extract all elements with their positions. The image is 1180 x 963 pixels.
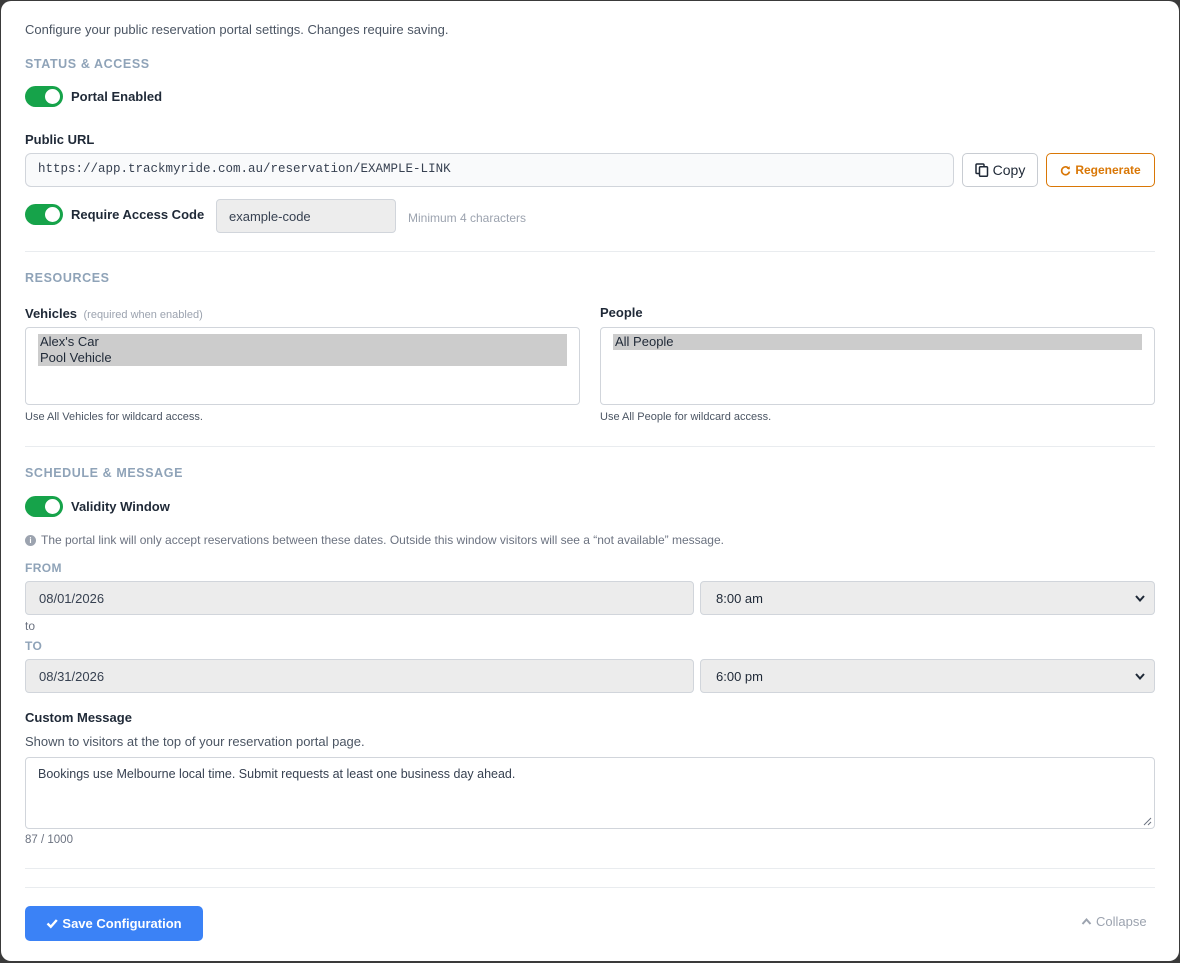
custom-message-textarea[interactable]: Bookings use Melbourne local time. Submi… (25, 757, 1155, 829)
resize-handle-icon[interactable] (1143, 817, 1152, 826)
collapse-link[interactable]: Collapse (1081, 914, 1147, 929)
validity-info: i The portal link will only accept reser… (25, 533, 724, 547)
vehicles-select[interactable]: Alex's Car Pool Vehicle (25, 327, 580, 405)
divider (25, 868, 1155, 869)
refresh-icon (1061, 165, 1071, 175)
copy-icon (974, 163, 988, 177)
from-label: FROM (25, 561, 62, 575)
public-url-label: Public URL (25, 132, 95, 147)
portal-settings-panel: Configure your public reservation portal… (1, 1, 1179, 961)
section-title-resources: RESOURCES (25, 271, 110, 285)
require-access-code-label: Require Access Code (71, 207, 205, 222)
vehicle-option-pool-vehicle[interactable]: Pool Vehicle (38, 350, 567, 366)
people-option-all-people[interactable]: All People (613, 334, 1142, 350)
intro-text: Configure your public reservation portal… (25, 22, 449, 37)
validity-window-label: Validity Window (71, 499, 170, 514)
people-label: People (600, 305, 643, 320)
save-configuration-label: Save Configuration (62, 916, 182, 931)
regenerate-button[interactable]: Regenerate (1046, 153, 1155, 187)
copy-button[interactable]: Copy (962, 153, 1038, 187)
portal-enabled-toggle[interactable] (25, 86, 63, 107)
vehicles-hint: Use All Vehicles for wildcard access. (25, 411, 203, 423)
from-date-input[interactable]: 08/01/2026 (25, 581, 694, 615)
require-access-code-toggle[interactable] (25, 204, 63, 225)
custom-message-hint: Shown to visitors at the top of your res… (25, 734, 365, 749)
divider (25, 251, 1155, 252)
public-url-field[interactable]: https://app.trackmyride.com.au/reservati… (25, 153, 954, 187)
chevron-up-icon (1081, 917, 1092, 925)
from-time-select[interactable]: 8:00 am (700, 581, 1155, 615)
people-select[interactable]: All People (600, 327, 1155, 405)
toggle-knob (45, 499, 60, 514)
info-icon: i (25, 534, 36, 546)
toggle-knob (45, 89, 60, 104)
chevron-down-icon (1135, 595, 1145, 603)
custom-message-value: Bookings use Melbourne local time. Submi… (38, 767, 516, 781)
vehicle-option-alexs-car[interactable]: Alex's Car (38, 334, 567, 350)
from-time-value: 8:00 am (716, 591, 763, 606)
collapse-label: Collapse (1096, 914, 1147, 929)
people-hint: Use All People for wildcard access. (600, 411, 772, 423)
custom-message-label: Custom Message (25, 710, 132, 725)
to-time-value: 6:00 pm (716, 669, 763, 684)
validity-info-text: The portal link will only accept reserva… (41, 533, 724, 547)
char-count: 87 / 1000 (25, 834, 73, 846)
chevron-down-icon (1135, 673, 1145, 681)
save-configuration-button[interactable]: Save Configuration (25, 906, 203, 941)
validity-window-toggle[interactable] (25, 496, 63, 517)
to-date-input[interactable]: 08/31/2026 (25, 659, 694, 693)
copy-button-label: Copy (992, 162, 1026, 178)
to-time-select[interactable]: 6:00 pm (700, 659, 1155, 693)
to-connector: to (25, 619, 36, 633)
divider (25, 446, 1155, 447)
vehicles-label: Vehicles (25, 306, 78, 321)
access-code-hint: Minimum 4 characters (408, 211, 527, 225)
vehicles-label-row: Vehicles (required when enabled) (25, 305, 203, 323)
check-icon (47, 919, 59, 929)
vehicles-required-note: (required when enabled) (83, 309, 203, 321)
toggle-knob (45, 207, 60, 222)
section-title-status-access: STATUS & ACCESS (25, 57, 150, 71)
divider (25, 887, 1155, 888)
regenerate-button-label: Regenerate (1075, 163, 1141, 177)
portal-enabled-label: Portal Enabled (71, 89, 163, 104)
section-title-schedule-message: SCHEDULE & MESSAGE (25, 466, 184, 480)
access-code-input[interactable]: example-code (216, 199, 396, 233)
to-label: TO (25, 639, 43, 653)
